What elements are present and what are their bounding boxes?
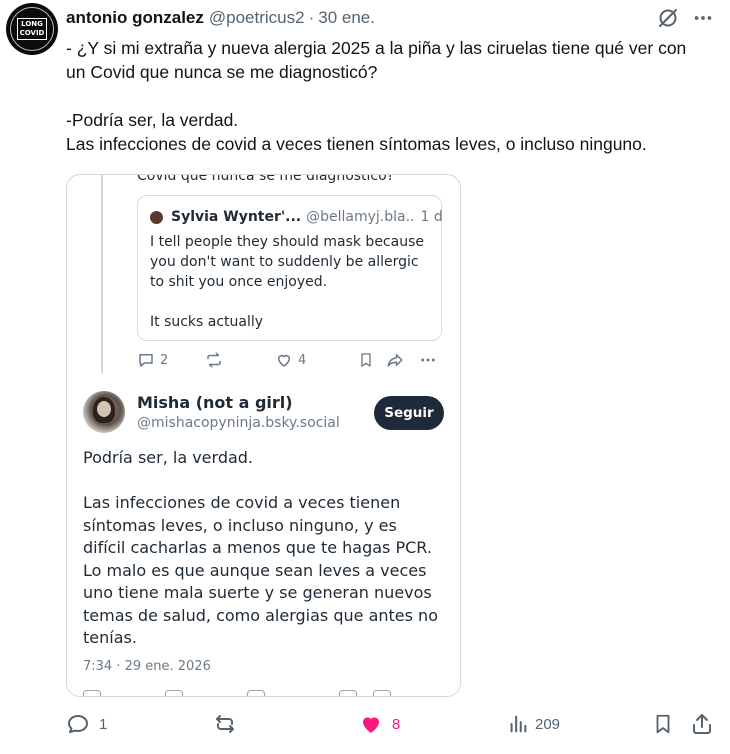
reply-icon xyxy=(139,354,153,367)
quoted-author-name: Sylvia Wynter'... xyxy=(171,209,302,225)
post-text: - ¿Y si mi extraña y nueva alergia 2025 … xyxy=(66,36,706,156)
follow-button: Seguir xyxy=(374,396,444,430)
reply-text-line: difícil cacharlas a menos que te hagas P… xyxy=(83,538,432,557)
repost-icon xyxy=(205,351,223,369)
more-horizontal-icon xyxy=(419,351,437,369)
reply-count: 1 xyxy=(99,715,108,733)
separator-dot: · xyxy=(308,8,315,27)
parent-post-actions: 2 4 xyxy=(137,351,442,371)
avatar-badge-line-2: COVID xyxy=(19,29,45,37)
quoted-post-header: Sylvia Wynter'... @bellamyj.bla.. 1 d xyxy=(150,209,443,225)
author-handle[interactable]: @poetricus2 xyxy=(209,8,305,28)
heart-filled-icon xyxy=(363,717,379,733)
like-button[interactable]: 8 xyxy=(359,712,400,736)
like-count: 8 xyxy=(392,715,401,733)
quoted-text-line: I tell people they should mask because xyxy=(150,234,424,250)
embedded-screenshot[interactable]: Covid que nunca se me diagnosticó? Sylvi… xyxy=(66,174,461,697)
reply-author-name: Misha (not a girl) xyxy=(137,393,293,412)
share-icon xyxy=(693,714,711,734)
quoted-post-text: I tell people they should mask because y… xyxy=(150,232,440,332)
bookmark-icon xyxy=(358,351,374,369)
reply-text-line: temas de salud, como alergias que antes … xyxy=(83,605,438,625)
share-button[interactable] xyxy=(690,712,714,736)
cropped-text-line: Covid que nunca se me diagnosticó? xyxy=(137,174,395,184)
reply-text-line: uno tiene mala suerte y se generan nuevo… xyxy=(83,583,432,602)
post-text-line: - ¿Y si mi extraña y nueva alergia 2025 … xyxy=(66,38,687,82)
post-text-line: Las infecciones de covid a veces tienen … xyxy=(66,134,647,154)
bookmark-button[interactable] xyxy=(652,712,674,736)
reply-author-avatar xyxy=(83,391,125,433)
bar-chart-icon xyxy=(510,715,527,733)
reply-author-handle: @mishacopyninja.bsky.social xyxy=(137,415,340,431)
reply-text-line: Las infecciones de covid a veces tienen xyxy=(83,493,401,512)
post-actions: 1 8 209 xyxy=(0,710,730,740)
parent-like-action: 4 xyxy=(275,351,306,369)
reply-text: Podría ser, la verdad. Las infecciones d… xyxy=(83,447,453,650)
reply-button[interactable]: 1 xyxy=(66,712,107,736)
quoted-text-line: to shit you once enjoyed. xyxy=(150,274,328,290)
reply-icon xyxy=(68,715,88,733)
reply-text-line: Podría ser, la verdad. xyxy=(83,448,254,467)
quoted-post: Sylvia Wynter'... @bellamyj.bla.. 1 d I … xyxy=(137,195,443,341)
post-text-line: -Podría ser, la verdad. xyxy=(66,110,239,130)
heart-outline-icon xyxy=(278,354,290,367)
bookmark-icon xyxy=(656,714,670,734)
reply-text-line: tenías. xyxy=(83,628,137,647)
avatar-badge: LONG COVID xyxy=(17,18,47,40)
reply-timestamp: 7:34 · 29 ene. 2026 xyxy=(83,659,211,674)
thread-line xyxy=(101,175,103,373)
share-arrow-icon xyxy=(386,351,404,369)
cropped-repost-icon xyxy=(165,690,183,696)
avatar-face-shape xyxy=(97,401,111,417)
cropped-reply-icon xyxy=(83,690,101,696)
repost-button[interactable] xyxy=(213,712,237,736)
cropped-bookmark-icon xyxy=(339,690,357,696)
author-avatar[interactable]: LONG COVID xyxy=(6,3,58,55)
views-button[interactable]: 209 xyxy=(507,712,560,736)
post-header: antonio gonzalez @poetricus2 · 30 ene. xyxy=(66,6,375,30)
quoted-text-line: It sucks actually xyxy=(150,314,264,330)
reply-text-line: síntomas leves, o incluso ninguno, y es xyxy=(83,515,397,535)
view-count: 209 xyxy=(535,715,561,733)
more-horizontal-icon[interactable] xyxy=(691,6,715,30)
quoted-avatar xyxy=(150,210,163,224)
repost-icon xyxy=(216,715,234,733)
avatar-badge-line-1: LONG xyxy=(21,20,43,28)
author-name[interactable]: antonio gonzalez xyxy=(66,8,204,28)
slashed-circle-icon[interactable] xyxy=(655,5,681,31)
cropped-like-icon xyxy=(247,690,265,696)
parent-like-count: 4 xyxy=(298,352,307,368)
quoted-author-handle: @bellamyj.bla.. xyxy=(306,209,415,225)
parent-reply-action: 2 xyxy=(137,351,168,369)
reply-text-line: Lo malo es que aunque sean leves a veces xyxy=(83,560,427,580)
quoted-text-line: you don't want to suddenly be allergic xyxy=(150,254,419,270)
quoted-time: 1 d xyxy=(420,209,443,225)
parent-reply-count: 2 xyxy=(160,352,169,368)
cropped-share-icon xyxy=(373,690,391,696)
post-date[interactable]: 30 ene. xyxy=(318,8,375,28)
